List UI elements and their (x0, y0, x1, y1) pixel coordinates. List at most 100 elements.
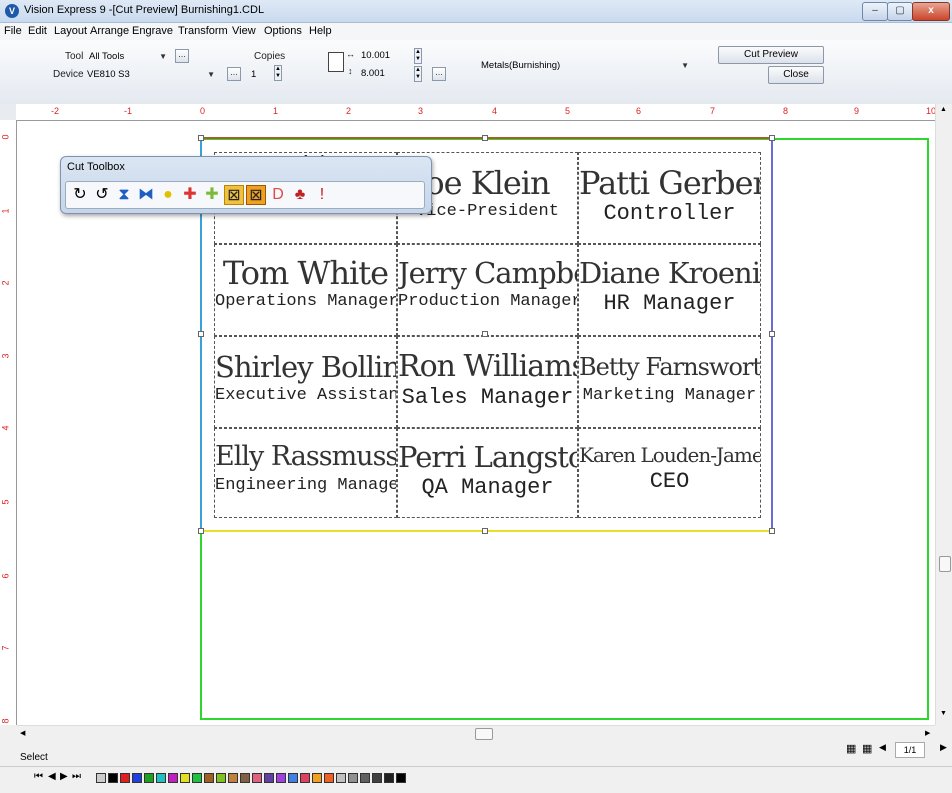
flip-horizontal-icon[interactable]: ⧓ (136, 185, 156, 205)
layer-swatch[interactable] (192, 773, 202, 783)
page-indicator[interactable]: 1/1 (895, 742, 925, 758)
resize-handle[interactable] (769, 331, 775, 337)
layer-swatch[interactable] (276, 773, 286, 783)
menu-view[interactable]: View (232, 25, 256, 37)
name-plate[interactable]: Perri LangstonQA Manager (397, 428, 578, 518)
menu-help[interactable]: Help (309, 25, 332, 37)
device-select[interactable]: VE810 S3 ▼ (84, 67, 218, 81)
height-spinner[interactable]: ▲ ▼ (414, 66, 422, 82)
layer-swatch[interactable] (240, 773, 250, 783)
vertical-scroll-thumb[interactable] (939, 556, 951, 572)
layer-swatch[interactable] (348, 773, 358, 783)
last-page-icon[interactable]: ⏭ (72, 771, 81, 782)
name-plate[interactable]: Ron Williams Sales Manager (397, 336, 578, 428)
cut-toolbox[interactable]: Cut Toolbox ↻ ↺ ⧗ ⧓ ● ✚ ✚ ⊠ ⊠ D ♣ ! (60, 156, 432, 214)
resize-handle[interactable] (769, 528, 775, 534)
start-point-icon[interactable]: ✚ (180, 185, 200, 205)
minimize-button[interactable]: – (862, 2, 888, 21)
resize-handle[interactable] (482, 135, 488, 141)
name-plate[interactable]: Shirley BollingExecutive Assistant (214, 336, 397, 428)
device-settings-button[interactable]: … (227, 67, 241, 81)
layer-swatch[interactable] (204, 773, 214, 783)
tool-select[interactable]: All Tools ▼ (86, 49, 170, 63)
layer-swatch[interactable] (228, 773, 238, 783)
name-plate[interactable]: Betty Farnsworth Marketing Manager (578, 336, 761, 428)
layer-swatch[interactable] (312, 773, 322, 783)
depth-icon[interactable]: ! (312, 185, 332, 205)
layer-swatch[interactable] (288, 773, 298, 783)
menu-options[interactable]: Options (264, 25, 302, 37)
first-page-icon[interactable]: ⏮ (34, 771, 43, 782)
cut-preview-button[interactable]: Cut Preview (718, 46, 824, 64)
layer-swatch[interactable] (216, 773, 226, 783)
layer-swatch[interactable] (144, 773, 154, 783)
layer-swatch[interactable] (156, 773, 166, 783)
name-plate[interactable]: Diane Kroenig HR Manager (578, 244, 761, 336)
no-cut-icon[interactable]: ⊠ (224, 185, 244, 205)
layer-swatch[interactable] (324, 773, 334, 783)
tool-path-icon[interactable]: ♣ (290, 185, 310, 205)
resize-handle[interactable] (198, 528, 204, 534)
layer-swatch[interactable] (372, 773, 382, 783)
copies-input[interactable]: 1 (248, 67, 270, 81)
name-plate[interactable]: Patti Gerber Controller (578, 152, 761, 244)
layer-swatch[interactable] (96, 773, 106, 783)
horizontal-scrollbar[interactable]: ◀ ▶ (17, 725, 935, 742)
height-input[interactable]: 8.001 (358, 66, 408, 80)
copies-spinner[interactable]: ▲ ▼ (274, 65, 282, 81)
close-button[interactable]: Close (768, 66, 824, 84)
menu-arrange[interactable]: Arrange (90, 25, 129, 37)
layer-swatch[interactable] (300, 773, 310, 783)
width-spinner[interactable]: ▲ ▼ (414, 48, 422, 64)
fill-icon[interactable]: ● (158, 185, 178, 205)
layer-swatch[interactable] (336, 773, 346, 783)
resize-handle[interactable] (482, 331, 488, 337)
name-plate[interactable]: Elly RassmussenEngineering Manager (214, 428, 397, 518)
width-input[interactable]: 10.001 (358, 48, 408, 62)
scroll-up-icon[interactable]: ▲ (940, 106, 947, 113)
layer-swatch[interactable] (108, 773, 118, 783)
vertical-scrollbar[interactable]: ▲ ▼ (935, 104, 952, 725)
ruler-corner-icon[interactable] (0, 104, 17, 121)
page-next-icon[interactable]: ▶ (940, 742, 947, 753)
menu-engrave[interactable]: Engrave (132, 25, 173, 37)
next-page-icon[interactable]: ▶ (60, 771, 68, 782)
resize-handle[interactable] (769, 135, 775, 141)
layer-swatch[interactable] (168, 773, 178, 783)
layer-swatch[interactable] (252, 773, 262, 783)
layer-swatch[interactable] (264, 773, 274, 783)
tool-settings-button[interactable]: … (175, 49, 189, 63)
layer-swatch[interactable] (180, 773, 190, 783)
vision-express-icon[interactable]: V (5, 4, 19, 18)
name-plate[interactable]: Tom White Operations Manager (214, 244, 397, 336)
flip-vertical-icon[interactable]: ⧗ (114, 185, 134, 205)
page-delete-icon[interactable]: ▦ (862, 742, 872, 755)
maximize-button[interactable]: ▢ (887, 2, 913, 21)
page-prev-icon[interactable]: ◀ (879, 742, 886, 753)
size-settings-button[interactable]: … (432, 67, 446, 81)
resize-handle[interactable] (198, 331, 204, 337)
layer-swatch[interactable] (396, 773, 406, 783)
cut-order-icon[interactable]: ⊠ (246, 185, 266, 205)
cut-counterclockwise-icon[interactable]: ↺ (92, 185, 112, 205)
page-add-icon[interactable]: ▦ (846, 742, 856, 755)
cut-clockwise-icon[interactable]: ↻ (70, 185, 90, 205)
scroll-right-icon[interactable]: ▶ (925, 729, 930, 737)
resize-handle[interactable] (198, 135, 204, 141)
scroll-down-icon[interactable]: ▼ (940, 710, 947, 717)
menu-file[interactable]: File (4, 25, 22, 37)
scroll-left-icon[interactable]: ◀ (20, 729, 25, 737)
horizontal-scroll-thumb[interactable] (475, 728, 493, 740)
name-plate[interactable]: Karen Louden-James CEO (578, 428, 761, 518)
menu-layout[interactable]: Layout (54, 25, 87, 37)
outline-icon[interactable]: D (268, 185, 288, 205)
layer-swatch[interactable] (360, 773, 370, 783)
layer-swatch[interactable] (132, 773, 142, 783)
resize-handle[interactable] (482, 528, 488, 534)
menu-transform[interactable]: Transform (178, 25, 228, 37)
layer-swatch[interactable] (384, 773, 394, 783)
prev-page-icon[interactable]: ◀ (48, 771, 56, 782)
move-start-icon[interactable]: ✚ (202, 185, 222, 205)
menu-edit[interactable]: Edit (28, 25, 47, 37)
name-plate[interactable]: Jerry CampbellProduction Manager (397, 244, 578, 336)
